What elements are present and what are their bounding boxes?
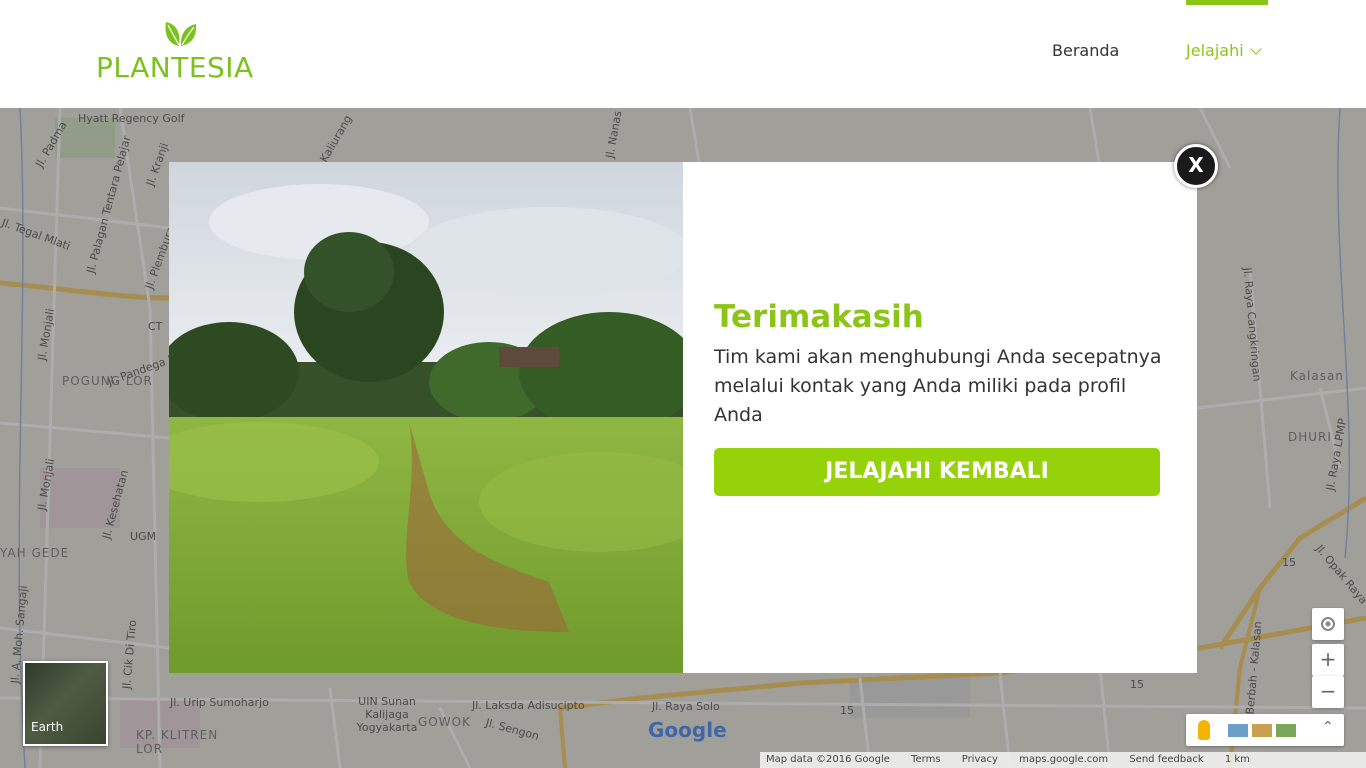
logo-text: PLANTESIA [96, 51, 254, 84]
zoom-out-button[interactable]: − [1312, 676, 1344, 708]
scale-text: 1 km [1224, 754, 1250, 765]
close-icon: X [1188, 153, 1204, 177]
nav-item-jelajahi-label: Jelajahi [1186, 41, 1244, 60]
modal-content: Terimakasih Tim kami akan menghubungi An… [714, 297, 1174, 496]
map-data-text: Map data ©2016 Google [766, 754, 890, 765]
nav-item-beranda[interactable]: Beranda [1052, 41, 1119, 60]
zoom-in-button[interactable]: + [1312, 644, 1344, 676]
map-layers-bar: ⌃ [1186, 714, 1344, 746]
chevron-up-icon[interactable]: ⌃ [1322, 719, 1334, 735]
layer-swatch[interactable] [1252, 724, 1272, 737]
map-footer: Map data ©2016 Google Terms Privacy maps… [760, 752, 1366, 768]
terms-link[interactable]: Terms [911, 754, 940, 765]
close-button[interactable]: X [1174, 144, 1218, 188]
layer-swatch[interactable] [1276, 724, 1296, 737]
earth-label: Earth [31, 720, 64, 734]
send-feedback-link[interactable]: Send feedback [1129, 754, 1203, 765]
modal-message: Tim kami akan menghubungi Anda secepatny… [714, 346, 1162, 426]
privacy-link[interactable]: Privacy [962, 754, 998, 765]
modal-title: Terimakasih [714, 299, 924, 335]
earth-view-toggle[interactable]: Earth [23, 661, 108, 746]
target-icon [1321, 617, 1335, 631]
plantesia-logo[interactable]: PLANTESIA [96, 18, 266, 84]
chevron-down-icon [1249, 43, 1262, 55]
layer-swatch[interactable] [1228, 724, 1248, 737]
pegman-icon[interactable] [1198, 720, 1210, 740]
my-location-button[interactable] [1312, 608, 1344, 640]
leaf-icon [165, 22, 197, 46]
land-photo-image [169, 162, 683, 673]
site-header: PLANTESIA Beranda Jelajahi [0, 0, 1366, 108]
maps-site-link[interactable]: maps.google.com [1019, 754, 1108, 765]
thank-you-modal: Terimakasih Tim kami akan menghubungi An… [169, 162, 1197, 673]
nav-active-indicator [1186, 0, 1268, 5]
land-photo [169, 162, 683, 673]
nav-item-jelajahi[interactable]: Jelajahi [1186, 41, 1262, 60]
explore-again-button[interactable]: JELAJAHI KEMBALI [714, 448, 1160, 496]
